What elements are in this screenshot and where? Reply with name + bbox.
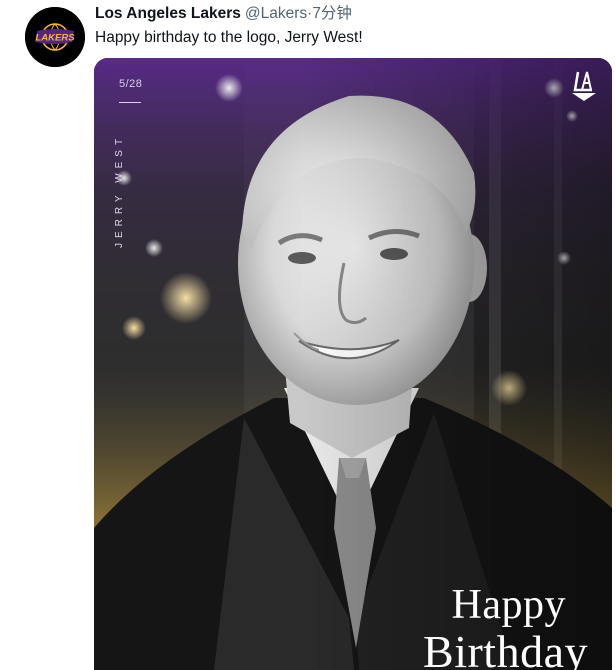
tweet-timestamp[interactable]: 7分钟 xyxy=(312,5,352,22)
date-divider xyxy=(119,102,141,103)
tweet-media[interactable]: 5/28 JERRY WEST Happy Birthday xyxy=(94,58,612,670)
happy-text: Happy xyxy=(451,582,566,628)
author-handle[interactable]: @Lakers xyxy=(245,5,307,22)
date-label: 5/28 xyxy=(119,78,143,90)
author-name[interactable]: Los Angeles Lakers xyxy=(95,5,241,22)
avatar[interactable]: LAKERS xyxy=(25,7,85,67)
la-monogram-icon xyxy=(570,68,598,107)
player-name-vertical: JERRY WEST xyxy=(114,133,125,248)
birthday-text: Birthday xyxy=(423,626,588,670)
tweet: LAKERS Los Angeles Lakers @Lakers·7分钟 Hap… xyxy=(0,0,616,670)
tweet-text: Happy birthday to the logo, Jerry West! xyxy=(95,29,363,46)
jerry-west-photo xyxy=(94,58,612,670)
tweet-header: Los Angeles Lakers @Lakers·7分钟 xyxy=(95,4,352,24)
lakers-logo-icon: LAKERS xyxy=(25,7,85,67)
svg-text:LAKERS: LAKERS xyxy=(35,33,75,44)
